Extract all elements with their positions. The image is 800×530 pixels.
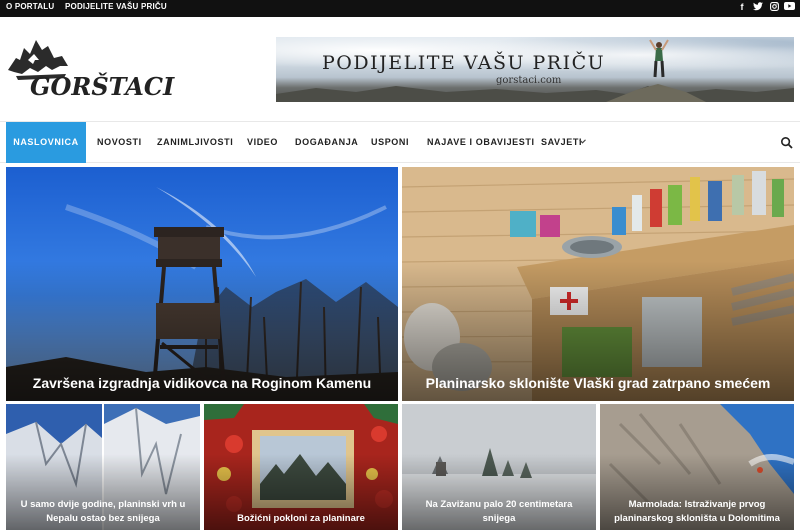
article-title[interactable]: Božićni pokloni za planinare — [210, 512, 392, 526]
main-navigation: NASLOVNICA NOVOSTI ZANIMLJIVOSTI VIDEO D… — [0, 121, 800, 163]
featured-title[interactable]: Završena izgradnja vidikovca na Roginom … — [6, 375, 398, 391]
topbar-link-share-story[interactable]: PODIJELITE VAŠU PRIČU — [65, 2, 167, 11]
nav-item-novosti[interactable]: NOVOSTI — [97, 122, 142, 163]
nav-item-dogadanja[interactable]: DOGAĐANJA — [295, 122, 358, 163]
banner-subtitle: gorstaci.com — [496, 75, 562, 86]
instagram-icon[interactable] — [768, 2, 780, 13]
article-title[interactable]: U samo dvije godine, planinski vrh u Nep… — [12, 498, 194, 526]
featured-article-vidikovac[interactable]: Završena izgradnja vidikovca na Roginom … — [6, 167, 398, 401]
nav-item-najave[interactable]: NAJAVE I OBAVIJESTI — [427, 122, 535, 163]
facebook-icon[interactable]: f — [736, 2, 748, 12]
topbar-link-about[interactable]: O PORTALU — [6, 2, 54, 11]
featured-article-vlaski-grad[interactable]: Planinarsko sklonište Vlaški grad zatrpa… — [402, 167, 794, 401]
search-icon[interactable] — [780, 136, 794, 150]
article-card-zavizan[interactable]: Na Zavižanu palo 20 centimetara snijega — [402, 404, 596, 530]
featured-title[interactable]: Planinarsko sklonište Vlaški grad zatrpa… — [402, 375, 794, 391]
site-logo[interactable]: GORŠTACI — [6, 36, 178, 106]
article-title[interactable]: Na Zavižanu palo 20 centimetara snijega — [408, 498, 590, 526]
nav-item-usponi[interactable]: USPONI — [371, 122, 409, 163]
banner-title: PODIJELITE VAŠU PRIČU — [322, 52, 606, 74]
top-bar: O PORTALU PODIJELITE VAŠU PRIČU f — [0, 0, 800, 17]
nav-item-naslovnica[interactable]: NASLOVNICA — [6, 122, 86, 163]
nav-item-zanimljivosti[interactable]: ZANIMLJIVOSTI — [157, 122, 233, 163]
twitter-icon[interactable] — [752, 2, 764, 13]
hiker-figure — [649, 39, 669, 78]
youtube-icon[interactable] — [783, 2, 795, 12]
chevron-down-icon[interactable] — [579, 139, 586, 144]
nav-item-savjeti[interactable]: SAVJETI — [541, 122, 582, 163]
article-card-bozicni-pokloni[interactable]: Božićni pokloni za planinare — [204, 404, 398, 530]
logo-text: GORŠTACI — [30, 72, 175, 101]
nav-item-video[interactable]: VIDEO — [247, 122, 278, 163]
article-card-nepal[interactable]: U samo dvije godine, planinski vrh u Nep… — [6, 404, 200, 530]
share-story-banner[interactable]: PODIJELITE VAŠU PRIČU gorstaci.com — [276, 37, 794, 102]
article-card-marmolada[interactable]: Marmolada: Istraživanje prvog planinarsk… — [600, 404, 794, 530]
article-title[interactable]: Marmolada: Istraživanje prvog planinarsk… — [606, 498, 788, 526]
